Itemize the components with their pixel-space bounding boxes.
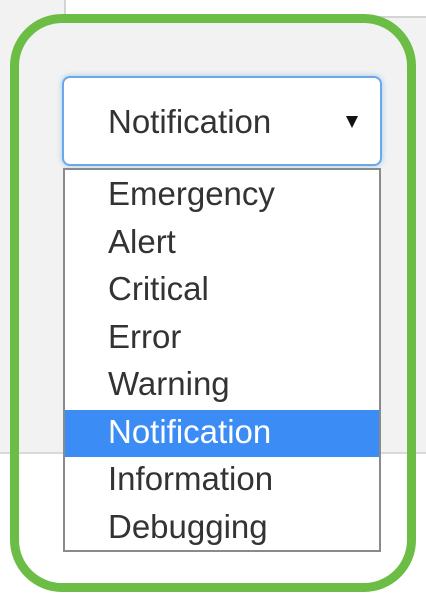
option-notification[interactable]: Notification [65,409,379,457]
option-warning[interactable]: Warning [65,362,379,410]
severity-select[interactable]: Notification [62,76,382,166]
option-information[interactable]: Information [65,457,379,505]
option-critical[interactable]: Critical [65,267,379,315]
option-alert[interactable]: Alert [65,220,379,268]
screen: 1024 Notification Emergency Alert Critic… [0,0,426,603]
option-error[interactable]: Error [65,315,379,363]
caret-down-icon [346,116,358,128]
severity-dropdown-list: Emergency Alert Critical Error Warning N… [63,168,381,552]
option-emergency[interactable]: Emergency [65,172,379,220]
severity-select-value: Notification [108,103,272,140]
port-input[interactable]: 1024 [64,0,426,18]
option-debugging[interactable]: Debugging [65,505,379,553]
